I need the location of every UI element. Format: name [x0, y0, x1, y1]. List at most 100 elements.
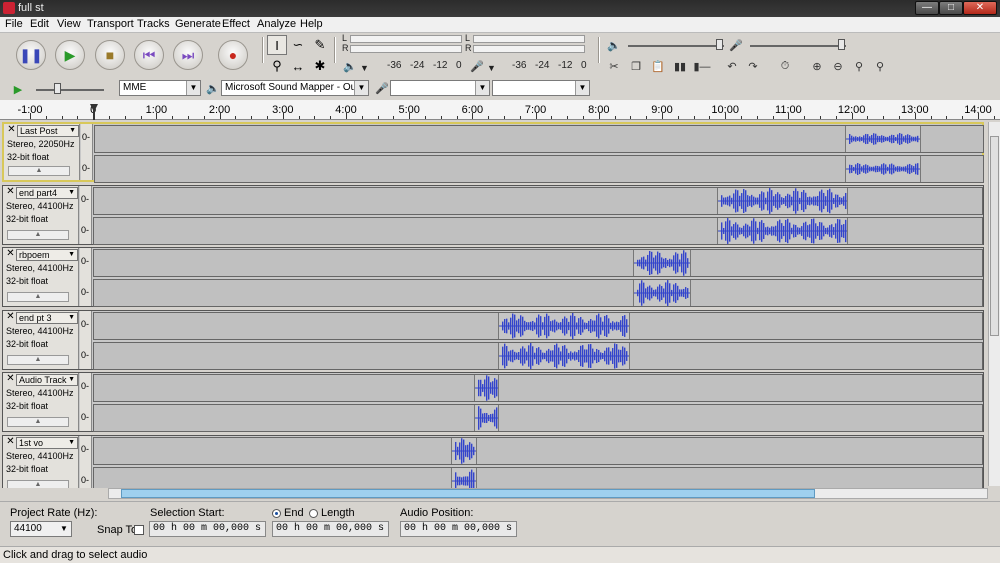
vertical-scroll-thumb[interactable]	[990, 136, 999, 336]
track-close-icon[interactable]: ✕	[5, 186, 16, 198]
selection-start-time[interactable]: 00 h 00 m 00,000 s	[149, 521, 266, 537]
playhead-marker-icon[interactable]	[90, 104, 98, 120]
collapse-track-icon[interactable]: ▲	[8, 166, 70, 176]
track-name-menu[interactable]: end part4	[16, 186, 78, 199]
record-meter-menu-icon[interactable]: ▼	[487, 63, 496, 73]
zoom-in-icon[interactable]: ⊕	[807, 56, 827, 76]
fit-selection-icon[interactable]: ⚲	[849, 56, 869, 76]
envelope-tool-icon[interactable]: ∽	[288, 35, 308, 55]
output-volume-thumb[interactable]	[716, 39, 723, 50]
audio-track[interactable]: ✕end pt 3Stereo, 44100Hz32-bit float▲0-0…	[2, 309, 984, 370]
track-close-icon[interactable]: ✕	[5, 249, 16, 260]
track-control-panel[interactable]: ✕end part4Stereo, 44100Hz 32-bit float ▲	[3, 185, 79, 244]
left-channel[interactable]	[93, 436, 983, 465]
end-radio[interactable]	[272, 509, 281, 518]
audio-track[interactable]: ✕Last Post Stereo, 22050Hz 32-bit float ▲ 0-…	[2, 122, 984, 183]
left-channel[interactable]	[93, 311, 983, 340]
sync-lock-icon[interactable]: ⏱	[775, 56, 795, 76]
track-name-menu[interactable]: rbpoem	[16, 249, 78, 261]
close-button[interactable]: ✕	[963, 1, 997, 15]
play-button[interactable]: ▶	[55, 40, 85, 70]
track-name-menu[interactable]: Last Post	[17, 125, 79, 137]
project-rate-combo[interactable]: 44100 ▼	[10, 521, 72, 537]
left-channel[interactable]	[93, 186, 983, 215]
zoom-tool-icon[interactable]: ⚲	[267, 56, 287, 76]
right-channel[interactable]	[94, 155, 984, 183]
vertical-scrollbar[interactable]	[988, 122, 1000, 486]
zoom-out-icon[interactable]: ⊖	[828, 56, 848, 76]
multi-tool-icon[interactable]: ✱	[310, 56, 330, 76]
copy-icon[interactable]: ❐	[626, 56, 646, 76]
audio-clip[interactable]	[474, 375, 499, 401]
audio-clip[interactable]	[845, 126, 921, 152]
audio-track[interactable]: ✕rbpoem Stereo, 44100Hz 32-bit float ▲ 0- 0-	[2, 247, 984, 307]
right-channel[interactable]	[93, 279, 983, 307]
timeshift-tool-icon[interactable]: ↔	[288, 56, 308, 76]
audio-clip[interactable]	[845, 156, 921, 182]
left-channel[interactable]	[93, 374, 983, 402]
menu-help[interactable]: Help	[300, 18, 323, 30]
snap-to-checkbox[interactable]	[134, 525, 144, 535]
track-name-menu[interactable]: end pt 3	[16, 311, 78, 324]
input-device-combo[interactable]: ▼	[390, 80, 490, 96]
menu-effect[interactable]: Effect	[222, 18, 250, 30]
play-speed-thumb[interactable]	[54, 83, 61, 94]
draw-tool-icon[interactable]: ✎	[310, 35, 330, 55]
audio-track[interactable]: ✕end part4Stereo, 44100Hz 32-bit float ▲ 0-…	[2, 184, 984, 245]
audio-clip[interactable]	[451, 437, 477, 464]
collapse-track-icon[interactable]: ▲	[7, 417, 69, 427]
stop-button[interactable]: ■	[95, 40, 125, 70]
pause-button[interactable]: ❚❚	[16, 40, 46, 70]
selection-tool-icon[interactable]: I	[267, 35, 287, 55]
menu-transport[interactable]: Transport	[87, 18, 134, 30]
left-channel[interactable]	[93, 249, 983, 277]
audio-clip[interactable]	[633, 250, 691, 276]
play-at-speed-icon[interactable]: ▶	[8, 79, 28, 99]
host-combo[interactable]: MME ▼	[119, 80, 201, 96]
track-control-panel[interactable]: ✕end pt 3Stereo, 44100Hz 32-bit float ▲	[3, 310, 79, 369]
track-name-menu[interactable]: 1st vo	[16, 436, 78, 449]
timeline-ruler[interactable]: -1:0001:002:003:004:005:006:007:008:009:…	[0, 100, 1000, 120]
collapse-track-icon[interactable]: ▲	[7, 229, 69, 240]
speaker-icon[interactable]: 🔈	[340, 56, 360, 76]
collapse-track-icon[interactable]: ▲	[7, 292, 69, 302]
right-channel[interactable]	[93, 216, 983, 245]
maximize-button[interactable]: □	[939, 1, 963, 15]
horizontal-scrollbar[interactable]	[108, 488, 988, 499]
menu-tracks[interactable]: Tracks	[137, 18, 170, 30]
input-channels-combo[interactable]: ▼	[492, 80, 590, 96]
output-volume-slider[interactable]	[628, 45, 724, 47]
tracks-area[interactable]: ✕Last PostStereo, 22050Hz32-bit float▲0-…	[0, 120, 988, 488]
silence-icon[interactable]: ▮—	[692, 56, 712, 76]
track-control-panel[interactable]: ✕Last Post Stereo, 22050Hz 32-bit float ▲	[4, 124, 80, 180]
length-radio[interactable]	[309, 509, 318, 518]
redo-icon[interactable]: ↷	[743, 56, 763, 76]
audio-clip[interactable]	[498, 312, 630, 339]
undo-icon[interactable]: ↶	[722, 56, 742, 76]
audio-clip[interactable]	[474, 405, 499, 431]
track-close-icon[interactable]: ✕	[5, 374, 16, 385]
audio-track[interactable]: ✕Audio Track Stereo, 44100Hz 32-bit float ▲…	[2, 372, 984, 432]
menu-analyze[interactable]: Analyze	[257, 18, 296, 30]
track-control-panel[interactable]: ✕1st voStereo, 44100Hz 32-bit float ▲	[3, 435, 79, 488]
audio-clip[interactable]	[498, 342, 630, 369]
track-control-panel[interactable]: ✕rbpoem Stereo, 44100Hz 32-bit float ▲	[3, 248, 79, 306]
audio-clip[interactable]	[633, 280, 691, 306]
trim-icon[interactable]: ▮▮	[670, 56, 690, 76]
collapse-track-icon[interactable]: ▲	[7, 354, 69, 365]
output-device-combo[interactable]: Microsoft Sound Mapper - Output ▼	[221, 80, 369, 96]
right-channel[interactable]	[93, 341, 983, 370]
microphone-icon[interactable]: 🎤	[467, 56, 487, 76]
menu-view[interactable]: View	[57, 18, 81, 30]
skip-end-button[interactable]: ⏭	[173, 40, 203, 70]
record-button[interactable]: ●	[218, 40, 248, 70]
audio-track[interactable]: ✕1st voStereo, 44100Hz 32-bit float ▲ 0- 0-	[2, 434, 984, 488]
horizontal-scroll-thumb[interactable]	[121, 489, 815, 498]
track-close-icon[interactable]: ✕	[5, 311, 16, 323]
collapse-track-icon[interactable]: ▲	[7, 479, 69, 488]
left-channel[interactable]	[94, 125, 984, 153]
paste-icon[interactable]: 📋	[648, 56, 668, 76]
play-speed-slider[interactable]	[36, 89, 104, 91]
input-volume-slider[interactable]	[750, 45, 846, 47]
menu-edit[interactable]: Edit	[30, 18, 49, 30]
